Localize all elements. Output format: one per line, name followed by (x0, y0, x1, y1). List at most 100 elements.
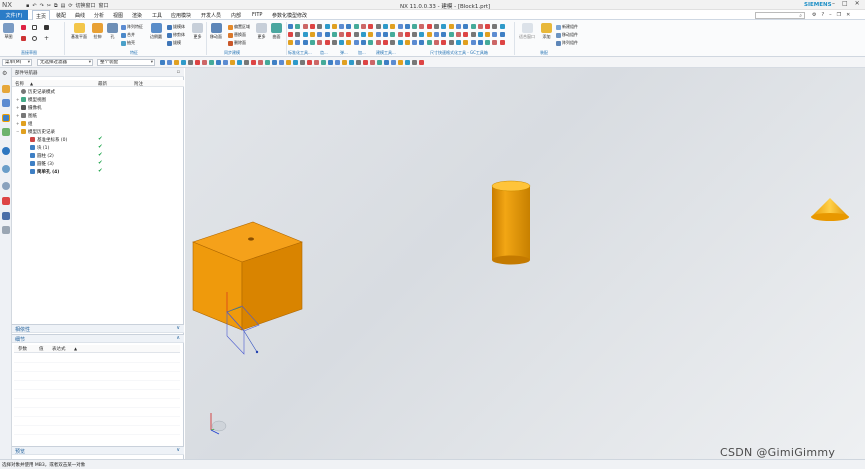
ribbon-tool-icon[interactable] (412, 40, 418, 45)
tab-internal[interactable]: 内部 (231, 12, 241, 19)
web-browser-icon[interactable] (2, 165, 10, 173)
ribbon-tool-icon[interactable] (441, 32, 447, 37)
selection-tool-icon[interactable] (195, 60, 200, 65)
tab-home[interactable]: 主页 (32, 10, 51, 20)
selection-tool-icon[interactable] (342, 60, 347, 65)
reuse-library-icon[interactable] (2, 128, 10, 136)
selection-tool-icon[interactable] (237, 60, 242, 65)
selection-tool-icon[interactable] (209, 60, 214, 65)
ribbon-tool-icon[interactable] (331, 24, 337, 29)
ribbon-tool-icon[interactable] (353, 24, 359, 29)
ribbon-tool-icon[interactable] (434, 40, 439, 45)
selection-tool-icon[interactable] (230, 60, 235, 65)
ribbon-tool-icon[interactable] (397, 24, 403, 29)
view-triad[interactable] (210, 413, 227, 435)
datum-plane-button[interactable]: 基准平面 (71, 23, 87, 40)
settings-icon[interactable]: ⚙ (812, 12, 816, 18)
tree-row[interactable]: 基准坐标系 (0) ✔ (12, 136, 184, 144)
selection-tool-icon[interactable] (356, 60, 361, 65)
pattern-component-button[interactable]: 阵列组件 (556, 40, 578, 46)
rectangle-icon[interactable] (32, 25, 37, 30)
edge-blend-button[interactable]: 边倒圆 (150, 23, 162, 40)
selection-tool-icon[interactable] (412, 60, 417, 65)
ribbon-tool-icon[interactable] (324, 40, 330, 45)
window-menu-button[interactable]: 窗口 (99, 2, 109, 9)
selection-tool-icon[interactable] (265, 60, 270, 65)
hole-button[interactable]: 孔 (107, 23, 118, 40)
tree-row[interactable]: + 图纸 (12, 112, 184, 120)
tree-row[interactable]: + 摄像机 (12, 104, 184, 112)
selection-tool-icon[interactable] (286, 60, 291, 65)
selection-tool-icon[interactable] (335, 60, 340, 65)
expand-icon[interactable]: − (16, 129, 19, 134)
ribbon-tool-icon[interactable] (419, 32, 425, 37)
dependencies-panel[interactable]: 相依性 ∨ (12, 324, 184, 333)
ribbon-tool-icon[interactable] (499, 40, 505, 45)
ribbon-tool-icon[interactable] (317, 40, 323, 45)
selection-tool-icon[interactable] (321, 60, 326, 65)
help-icon[interactable]: ? (821, 12, 824, 18)
selection-tool-icon[interactable] (370, 60, 375, 65)
add-component-button[interactable]: 添加 (541, 23, 552, 40)
new-component-button[interactable]: 新建组件 (556, 24, 578, 30)
copy-icon[interactable]: ⧉ (54, 3, 58, 9)
ribbon-tool-icon[interactable] (309, 40, 315, 45)
draft-body-button[interactable]: 拔模体 (167, 24, 185, 30)
ribbon-tool-icon[interactable] (499, 24, 505, 29)
ribbon-tool-icon[interactable] (324, 24, 330, 29)
ribbon-tool-icon[interactable] (419, 40, 425, 45)
shell-button[interactable]: 抽壳 (121, 40, 135, 46)
offset-region-button[interactable]: 偏置区域 (228, 24, 250, 30)
ribbon-tool-icon[interactable] (448, 40, 454, 45)
ribbon-tool-icon[interactable] (477, 24, 483, 29)
sketch-button[interactable]: 草图 (3, 23, 14, 40)
delete-face-button[interactable]: 删除面 (228, 40, 246, 46)
selection-tool-icon[interactable] (258, 60, 263, 65)
maximize-icon[interactable]: □ (842, 0, 848, 7)
ribbon-tool-icon[interactable] (309, 32, 315, 37)
ribbon-tool-icon[interactable] (463, 24, 469, 29)
column-name[interactable]: 名称 (15, 81, 24, 87)
selection-tool-icon[interactable] (314, 60, 319, 65)
selection-tool-icon[interactable] (377, 60, 382, 65)
ribbon-tool-icon[interactable] (331, 40, 337, 45)
ribbon-tool-icon[interactable] (404, 24, 410, 29)
ribbon-tool-icon[interactable] (288, 32, 293, 37)
selection-tool-icon[interactable] (328, 60, 333, 65)
file-menu-button[interactable]: 文件(F) (0, 10, 28, 20)
fit-window-button[interactable]: 适合窗口 (519, 23, 535, 40)
selection-tool-icon[interactable] (251, 60, 256, 65)
tab-view[interactable]: 视图 (113, 12, 123, 19)
ribbon-tool-icon[interactable] (353, 40, 359, 45)
ribbon-tool-icon[interactable] (339, 24, 345, 29)
ribbon-tool-icon[interactable] (339, 40, 345, 45)
selection-tool-icon[interactable] (272, 60, 277, 65)
paste-icon[interactable]: ▤ (61, 3, 66, 9)
ribbon-tool-icon[interactable] (404, 40, 410, 45)
ribbon-tool-icon[interactable] (492, 32, 498, 37)
selection-tool-icon[interactable] (363, 60, 368, 65)
close-icon[interactable]: ✕ (855, 0, 860, 7)
column-value[interactable]: 值 (39, 346, 44, 352)
ribbon-tool-icon[interactable] (477, 32, 483, 37)
tab-param-model[interactable]: 参数化模型修改 (272, 12, 307, 19)
ribbon-tool-icon[interactable] (309, 24, 315, 29)
window-restore-icon[interactable]: ❐ (837, 12, 841, 18)
more-sync-button[interactable]: 更多 (256, 23, 267, 40)
ribbon-tool-icon[interactable] (302, 24, 308, 29)
history-icon[interactable] (2, 182, 10, 190)
command-search-input[interactable]: ⌕ (755, 12, 805, 19)
system-scenes-icon[interactable] (2, 226, 10, 234)
selection-tool-icon[interactable] (181, 60, 186, 65)
profile-icon[interactable] (44, 25, 49, 30)
ribbon-tool-icon[interactable] (455, 32, 461, 37)
more-feature-button[interactable]: 更多 (192, 23, 203, 40)
ribbon-tool-icon[interactable] (404, 32, 410, 37)
ribbon-tool-icon[interactable] (390, 24, 396, 29)
line-icon[interactable] (21, 25, 26, 30)
tab-tools[interactable]: 工具 (152, 12, 162, 19)
tree-row[interactable]: 简单孔 (4) ✔ (12, 168, 184, 176)
block-solid[interactable] (192, 221, 303, 331)
selection-tool-icon[interactable] (405, 60, 410, 65)
ribbon-tool-icon[interactable] (499, 32, 505, 37)
